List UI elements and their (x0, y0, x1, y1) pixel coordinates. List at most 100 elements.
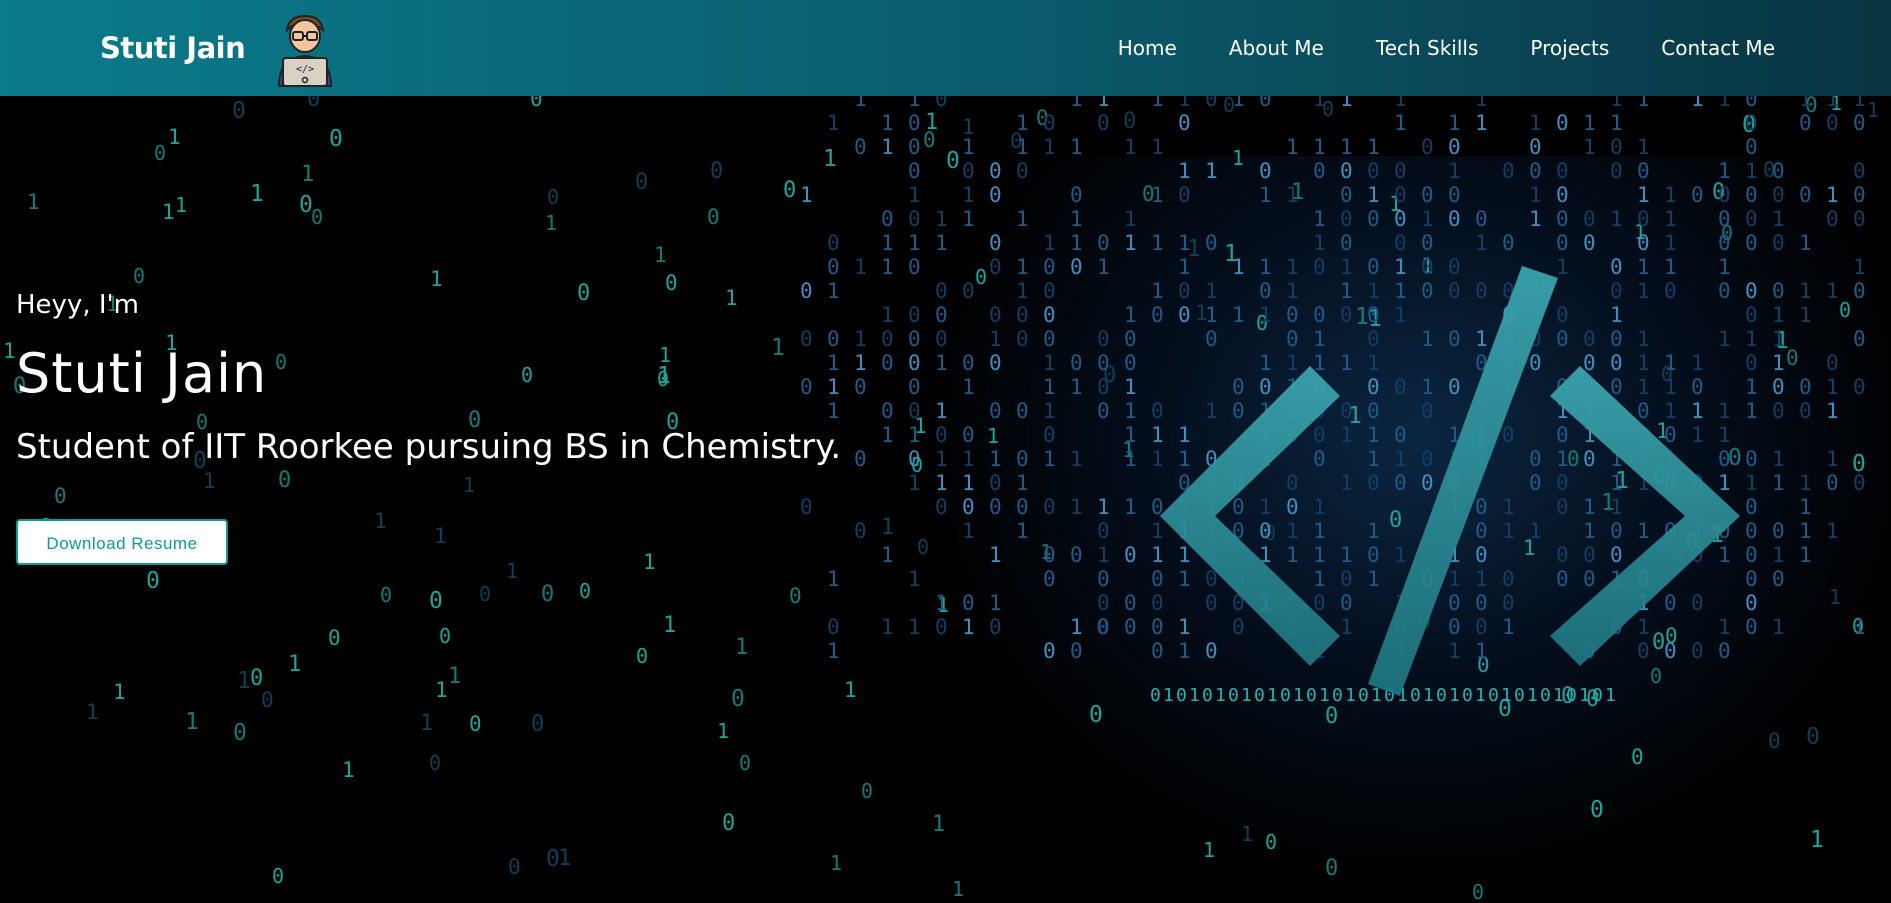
binary-digit: 1 (1583, 135, 1596, 159)
binary-digit: 0 (854, 375, 867, 399)
nav-link-tech-skills[interactable]: Tech Skills (1376, 36, 1479, 60)
binary-digit: 0 (1475, 207, 1488, 231)
binary-digit: 1 (962, 447, 975, 471)
binary-digit: 1 (935, 231, 948, 255)
binary-digit: 0 (1043, 255, 1056, 279)
binary-digit: 0 (1097, 327, 1110, 351)
binary-digit: 0 (429, 751, 441, 775)
binary-digit: 0 (989, 255, 1002, 279)
binary-digit: 1 (1313, 207, 1326, 231)
binary-digit: 0 (908, 255, 921, 279)
binary-digit: 1 (1205, 159, 1218, 183)
binary-digit: 1 (881, 543, 894, 567)
binary-digit: 1 (989, 327, 1002, 351)
binary-digit: 1 (1448, 159, 1461, 183)
binary-digit: 1 (448, 664, 461, 689)
binary-digit: 1 (854, 96, 867, 111)
binary-digit: 1 (185, 709, 199, 735)
binary-digit: 0 (935, 96, 948, 111)
binary-digit: 0 (908, 135, 921, 159)
binary-digit: 1 (1394, 96, 1407, 111)
binary-digit: 0 (1340, 183, 1353, 207)
binary-digit: 1 (1853, 615, 1866, 639)
binary-digit: 1 (962, 615, 975, 639)
binary-digit: 1 (1826, 183, 1839, 207)
binary-digit: 1 (1043, 399, 1056, 423)
binary-digit: 0 (935, 303, 948, 327)
binary-digit: 1 (935, 207, 948, 231)
nav-link-about-me[interactable]: About Me (1229, 36, 1324, 60)
binary-digit: 0 (328, 626, 341, 650)
binary-digit: 1 (430, 267, 443, 291)
binary-digit: 1 (908, 615, 921, 639)
binary-digit: 0 (881, 351, 894, 375)
nav-link-projects[interactable]: Projects (1530, 36, 1609, 60)
binary-digit: 1 (881, 423, 894, 447)
binary-digit: 0 (479, 582, 491, 606)
binary-digit: 1 (1826, 519, 1839, 543)
binary-digit: 0 (827, 255, 840, 279)
binary-digit: 1 (1178, 231, 1191, 255)
binary-digit: 0 (1718, 183, 1731, 207)
binary-digit: 1 (1070, 615, 1083, 639)
binary-digit: 1 (1313, 96, 1326, 111)
brand[interactable]: Stuti Jain </> (100, 0, 345, 96)
binary-digit: 1 (717, 719, 729, 743)
binary-digit: 1 (420, 711, 433, 736)
binary-digit: 0 (854, 135, 867, 159)
binary-digit: 1 (1853, 96, 1866, 111)
binary-digit: 1 (342, 758, 355, 782)
brand-name[interactable]: Stuti Jain (100, 31, 246, 65)
binary-digit: 0 (146, 568, 160, 594)
binary-digit: 1 (962, 135, 975, 159)
binary-digit: 0 (1853, 375, 1866, 399)
binary-digit: 1 (1799, 279, 1812, 303)
binary-digit: 1 (654, 243, 667, 267)
nav-link-contact-me[interactable]: Contact Me (1661, 36, 1775, 60)
binary-digit: 0 (579, 579, 591, 603)
binary-digit: 1 (1124, 495, 1137, 519)
binary-digit: 0 (1070, 183, 1083, 207)
binary-digit: 0 (1691, 183, 1704, 207)
binary-digit: 0 (1799, 399, 1812, 423)
binary-digit: 0 (1745, 207, 1758, 231)
binary-digit: 0 (1340, 231, 1353, 255)
binary-digit: 0 (1502, 231, 1515, 255)
binary-digit: 0 (854, 447, 867, 471)
binary-digit: 1 (1259, 183, 1272, 207)
binary-digit: 1 (881, 255, 894, 279)
code-slash-icon (1160, 266, 1740, 696)
binary-digit: 1 (1232, 146, 1244, 170)
binary-digit: 0 (989, 159, 1002, 183)
binary-digit: 0 (1123, 109, 1136, 134)
binary-digit: 1 (881, 111, 894, 135)
binary-digit: 1 (1475, 96, 1488, 111)
binary-digit: 0 (962, 351, 975, 375)
binary-digit: 0 (1016, 159, 1029, 183)
binary-digit: 1 (168, 125, 181, 149)
binary-digit: 0 (1097, 231, 1110, 255)
nav-link-home[interactable]: Home (1118, 36, 1177, 60)
hero-greeting: Heyy, I'm (16, 290, 139, 320)
binary-digit: 0 (989, 399, 1002, 423)
binary-digit: 0 (1178, 183, 1191, 207)
hero-content: Heyy, I'm Stuti Jain Student of IIT Roor… (16, 290, 841, 565)
binary-digit: 0 (1043, 303, 1056, 327)
binary-digit: 0 (1043, 327, 1056, 351)
navbar: Stuti Jain </> Home About Me Tech Skills… (0, 0, 1891, 96)
binary-digit: 0 (1097, 351, 1110, 375)
binary-digit: 1 (1043, 135, 1056, 159)
download-resume-button[interactable]: Download Resume (16, 519, 228, 565)
binary-digit: 0 (1097, 615, 1110, 639)
binary-digit: 0 (1313, 159, 1326, 183)
binary-digit: 1 (1867, 98, 1879, 122)
binary-digit: 1 (1664, 231, 1677, 255)
binary-digit: 1 (1829, 585, 1841, 609)
developer-avatar-icon[interactable]: </> (265, 8, 345, 88)
binary-digit: 0 (881, 327, 894, 351)
binary-digit: 1 (1016, 111, 1029, 135)
binary-digit: 0 (1637, 207, 1650, 231)
binary-digit: 0 (1745, 231, 1758, 255)
binary-digit: 1 (1178, 96, 1191, 111)
binary-digit: 0 (908, 159, 921, 183)
